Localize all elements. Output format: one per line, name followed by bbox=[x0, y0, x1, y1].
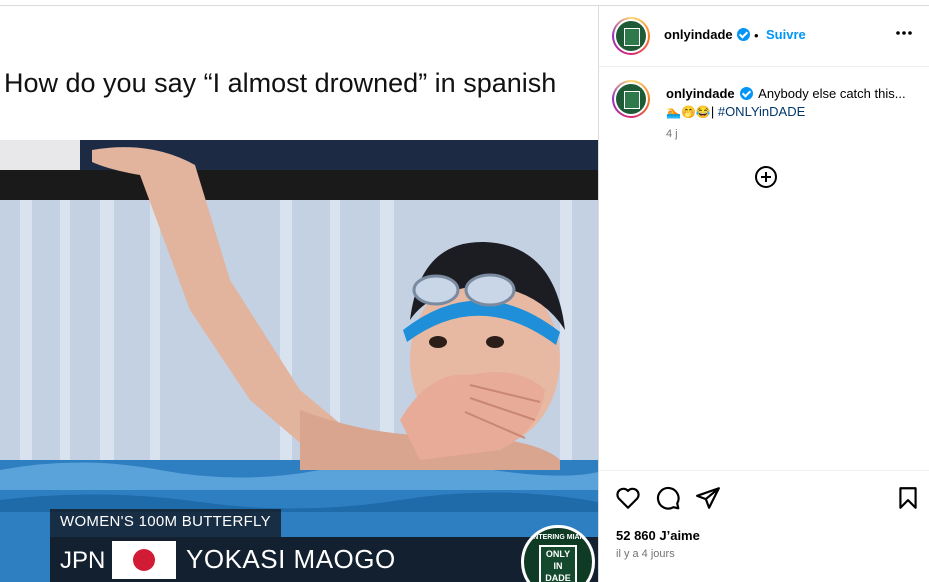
comment-text: Anybody else catch this... bbox=[758, 86, 906, 101]
event-label: WOMEN'S 100M BUTTERFLY bbox=[50, 509, 281, 537]
watermark-line: IN bbox=[553, 561, 563, 571]
post-header: onlyindade • Suivre bbox=[599, 6, 929, 67]
meme-caption: How do you say “I almost drowned” in spa… bbox=[4, 68, 557, 98]
follow-button[interactable]: Suivre bbox=[766, 27, 806, 42]
hashtag-link[interactable]: #ONLYinDADE bbox=[718, 104, 805, 119]
bookmark-icon[interactable] bbox=[895, 485, 921, 511]
share-icon[interactable] bbox=[695, 485, 721, 511]
comment-username[interactable]: onlyindade bbox=[666, 86, 735, 101]
comment-emojis: 🏊🤭😂 bbox=[666, 105, 711, 119]
swimmer-photo: WOMEN'S 100M BUTTERFLY JPN YOKASI MAOGO … bbox=[0, 140, 598, 582]
watermark-arc-text: ENTERING MIAMI bbox=[528, 534, 588, 541]
post-actions: 52 860 J’aime il y a 4 jours bbox=[599, 470, 929, 582]
athlete-bar: JPN YOKASI MAOGO bbox=[50, 537, 598, 582]
likes-count[interactable]: 52 860 J’aime bbox=[616, 528, 700, 543]
country-code: JPN bbox=[60, 547, 106, 574]
more-icon[interactable] bbox=[895, 23, 913, 41]
watermark-line: DADE bbox=[545, 573, 571, 582]
watermark-box: ONLY IN DADE bbox=[539, 545, 577, 582]
athlete-name: YOKASI MAOGO bbox=[186, 544, 396, 574]
avatar-image bbox=[616, 21, 646, 51]
comment-pipe: | bbox=[710, 104, 715, 119]
meme-caption-band: How do you say “I almost drowned” in spa… bbox=[0, 6, 598, 140]
heart-icon[interactable] bbox=[615, 485, 641, 511]
post-date: il y a 4 jours bbox=[616, 548, 675, 560]
comment-icon[interactable] bbox=[655, 485, 681, 511]
comment-body: onlyindade Anybody else catch this... 🏊🤭😂… bbox=[666, 85, 916, 121]
post-side-panel: onlyindade • Suivre onlyindade Anybody e… bbox=[598, 6, 929, 582]
post-media[interactable]: How do you say “I almost drowned” in spa… bbox=[0, 6, 598, 582]
japan-flag-icon bbox=[112, 541, 176, 579]
tv-chyron: WOMEN'S 100M BUTTERFLY JPN YOKASI MAOGO bbox=[50, 509, 598, 582]
comment-avatar-image bbox=[616, 84, 646, 114]
only-in-dade-watermark: ENTERING MIAMI ONLY IN DADE bbox=[521, 525, 595, 582]
add-comment-icon[interactable] bbox=[754, 165, 778, 189]
comment-time: 4 j bbox=[666, 128, 678, 140]
header-username[interactable]: onlyindade bbox=[664, 27, 733, 42]
watermark-line: ONLY bbox=[545, 549, 571, 559]
avatar[interactable] bbox=[612, 17, 650, 55]
comment-avatar[interactable] bbox=[612, 80, 650, 118]
separator-dot: • bbox=[754, 28, 759, 43]
verified-icon bbox=[737, 28, 750, 41]
verified-icon bbox=[740, 87, 754, 100]
